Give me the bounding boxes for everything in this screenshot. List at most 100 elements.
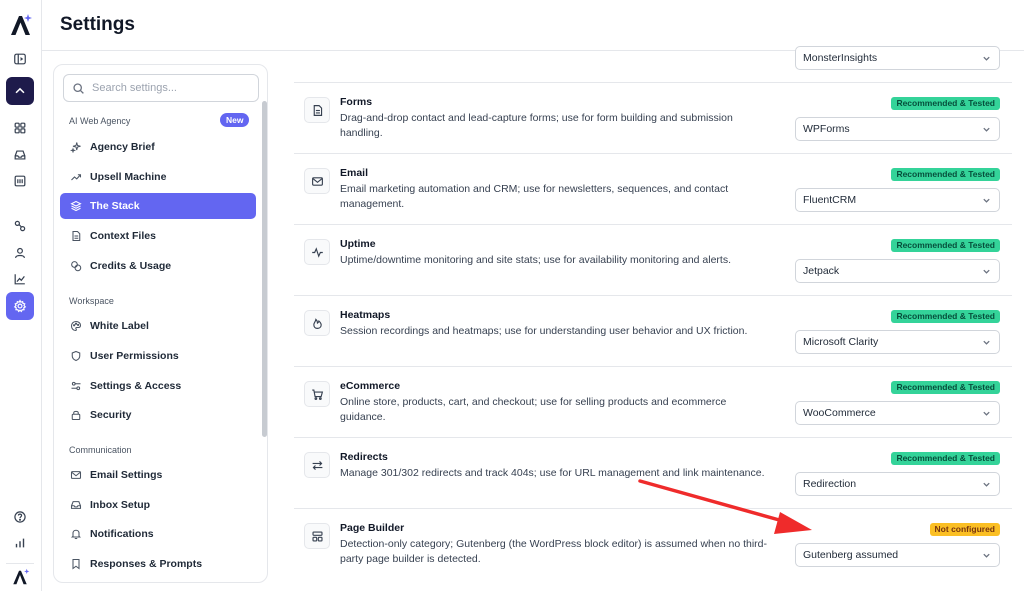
sidebar-item-inbox-setup[interactable]: Inbox Setup xyxy=(60,492,256,518)
status-badge: Recommended & Tested xyxy=(891,452,1000,465)
stack-row-page-builder: Page Builder Detection-only category; Gu… xyxy=(294,509,1012,580)
status-badge: Recommended & Tested xyxy=(891,381,1000,394)
row-description: Email marketing automation and CRM; use … xyxy=(340,183,729,210)
tool-select[interactable]: Jetpack xyxy=(795,259,1000,283)
help-icon[interactable] xyxy=(6,503,34,531)
stack-row-forms: Forms Drag-and-drop contact and lead-cap… xyxy=(294,83,1012,154)
stats-bars-icon[interactable] xyxy=(6,529,34,557)
sidebar-item-settings-access[interactable]: Settings & Access xyxy=(60,373,256,399)
row-description: Uptime/downtime monitoring and site stat… xyxy=(340,254,732,266)
section-label-workspace: Workspace xyxy=(69,296,114,306)
row-title: Page Builder xyxy=(340,522,405,534)
lock-icon xyxy=(71,410,81,421)
sidebar-item-agency-brief[interactable]: Agency Brief xyxy=(60,134,256,160)
sidebar-item-label: Settings & Access xyxy=(90,380,182,392)
sidebar-item-label: Agency Brief xyxy=(90,141,155,153)
layers-icon xyxy=(70,200,82,212)
search-icon xyxy=(73,82,84,94)
layout-icon xyxy=(304,523,330,549)
stack-row-email: Email Email marketing automation and CRM… xyxy=(294,154,1012,225)
select-value: MonsterInsights xyxy=(803,52,878,64)
row-title: Forms xyxy=(340,96,373,108)
row-title: Redirects xyxy=(340,451,388,463)
analytics-select[interactable]: MonsterInsights xyxy=(795,46,1000,70)
tool-select[interactable]: FluentCRM xyxy=(795,188,1000,212)
calendar-icon[interactable] xyxy=(6,167,34,195)
tool-select[interactable]: Gutenberg assumed xyxy=(795,543,1000,567)
shield-icon xyxy=(71,350,81,362)
tool-select[interactable]: WooCommerce xyxy=(795,401,1000,425)
row-description: Session recordings and heatmaps; use for… xyxy=(340,325,748,337)
brand-logo-icon[interactable] xyxy=(8,12,34,38)
sidebar-item-email-settings[interactable]: Email Settings xyxy=(60,462,256,488)
sidebar-item-label: Upsell Machine xyxy=(90,171,167,183)
chevron-down-icon xyxy=(983,553,990,558)
coins-icon xyxy=(71,261,82,272)
arrows-swap-icon xyxy=(304,452,330,478)
sidebar-item-security[interactable]: Security xyxy=(60,402,256,428)
select-value: Redirection xyxy=(803,478,857,490)
stack-list: MonsterInsights Forms Drag-and-drop cont… xyxy=(294,46,1012,591)
select-value: Gutenberg assumed xyxy=(803,549,899,561)
sidebar-item-label: The Stack xyxy=(90,200,140,212)
integrations-icon[interactable] xyxy=(6,212,34,240)
select-value: Microsoft Clarity xyxy=(803,336,879,348)
tool-select[interactable]: Microsoft Clarity xyxy=(795,330,1000,354)
sidebar-item-label: Inbox Setup xyxy=(90,499,151,511)
select-value: FluentCRM xyxy=(803,194,857,206)
sidebar-item-upsell-machine[interactable]: Upsell Machine xyxy=(60,164,256,190)
chevron-down-icon xyxy=(983,56,990,61)
sidebar-item-user-permissions[interactable]: User Permissions xyxy=(60,343,256,369)
analytics-chart-icon[interactable] xyxy=(6,265,34,293)
stack-row-ecommerce: eCommerce Online store, products, cart, … xyxy=(294,367,1012,438)
sidebar-item-context-files[interactable]: Context Files xyxy=(60,223,256,249)
page-title: Settings xyxy=(60,14,135,35)
sliders-icon xyxy=(71,381,81,391)
sidebar-item-white-label[interactable]: White Label xyxy=(60,313,256,339)
section-label-communication: Communication xyxy=(69,445,132,455)
mail-icon xyxy=(70,471,82,479)
row-description: Manage 301/302 redirects and track 404s;… xyxy=(340,467,765,479)
cart-icon xyxy=(304,381,330,407)
sidebar-scrollbar[interactable] xyxy=(262,101,267,437)
app-rail xyxy=(0,0,42,591)
sidebar-item-label: Responses & Prompts xyxy=(90,558,203,570)
sidebar-item-credits-usage[interactable]: Credits & Usage xyxy=(60,253,256,279)
file-icon xyxy=(72,230,81,242)
sparkles-icon xyxy=(70,142,81,153)
bookmark-icon xyxy=(72,558,80,570)
tool-select[interactable]: WPForms xyxy=(795,117,1000,141)
select-value: WooCommerce xyxy=(803,407,876,419)
sidebar-item-label: Email Settings xyxy=(90,469,163,481)
chevron-down-icon xyxy=(983,127,990,132)
sidebar-item-responses-prompts[interactable]: Responses & Prompts xyxy=(60,551,256,577)
palette-icon xyxy=(70,320,82,332)
activity-icon xyxy=(304,239,330,265)
sidebar-item-the-stack[interactable]: The Stack xyxy=(60,193,256,219)
new-badge: New xyxy=(220,113,250,127)
dashboard-grid-icon[interactable] xyxy=(6,114,34,142)
select-value: Jetpack xyxy=(803,265,840,277)
inbox-icon[interactable] xyxy=(6,141,34,169)
row-description: Detection-only category; Gutenberg (the … xyxy=(340,538,768,565)
chevron-down-icon xyxy=(983,269,990,274)
sidebar-item-notifications[interactable]: Notifications xyxy=(60,521,256,547)
tool-select[interactable]: Redirection xyxy=(795,472,1000,496)
sidebar-item-label: Credits & Usage xyxy=(90,260,172,272)
brand-mark-icon[interactable] xyxy=(6,563,34,589)
settings-gear-icon[interactable] xyxy=(6,292,34,320)
status-badge: Recommended & Tested xyxy=(891,310,1000,323)
sidebar-toggle-icon[interactable] xyxy=(6,45,34,73)
search-box[interactable] xyxy=(63,74,259,102)
sidebar-item-label: Security xyxy=(90,409,132,421)
settings-sidebar: AI Web Agency New Agency Brief Upsell Ma… xyxy=(53,64,268,583)
inbox-icon xyxy=(70,501,82,509)
trend-up-icon xyxy=(71,174,82,181)
status-badge: Recommended & Tested xyxy=(891,97,1000,110)
sidebar-item-label: User Permissions xyxy=(90,350,179,362)
status-badge: Recommended & Tested xyxy=(891,239,1000,252)
stack-row-redirects: Redirects Manage 301/302 redirects and t… xyxy=(294,438,1012,509)
search-input[interactable] xyxy=(92,82,252,94)
user-icon[interactable] xyxy=(6,239,34,267)
home-chevron-up-icon[interactable] xyxy=(6,77,34,105)
